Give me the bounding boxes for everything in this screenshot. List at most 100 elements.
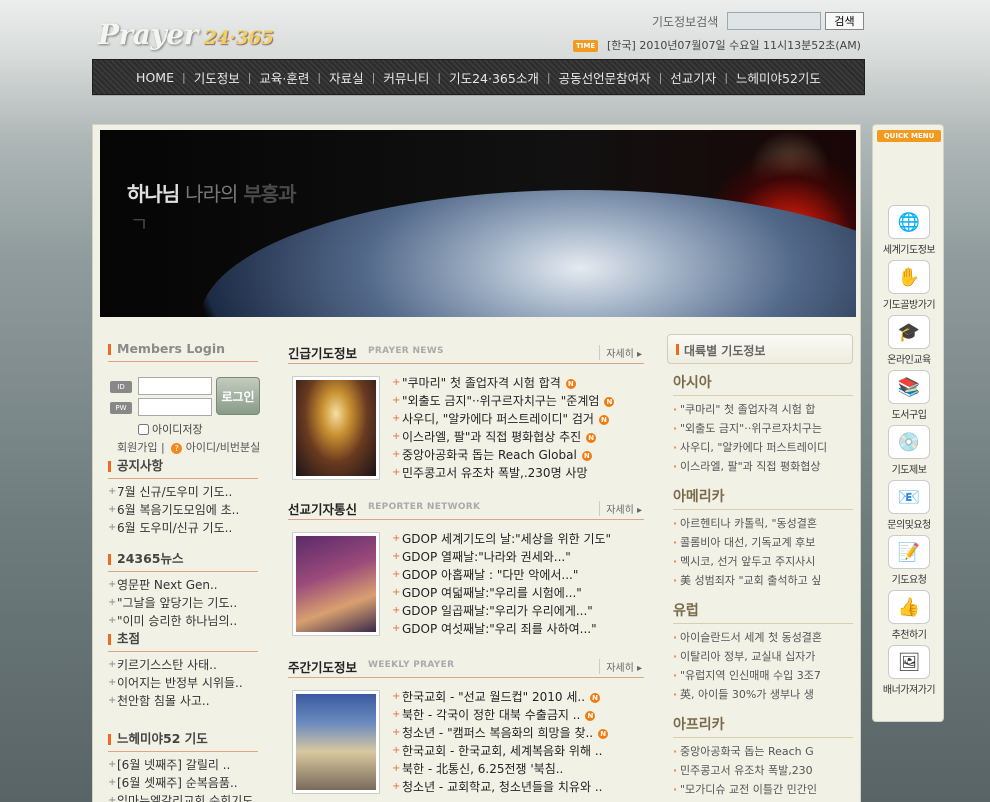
list-item[interactable]: 7월 신규/도우미 기도.. bbox=[108, 483, 258, 501]
nav-item[interactable]: 기도정보 bbox=[186, 68, 248, 87]
list-item[interactable]: GDOP 여섯째날:"우리 죄를 사하여..." bbox=[392, 620, 644, 638]
join-link[interactable]: 회원가입 bbox=[117, 441, 157, 454]
nav-item[interactable]: 선교기자 bbox=[662, 68, 724, 87]
list-item[interactable]: 영문판 Next Gen.. bbox=[108, 576, 258, 594]
center-section-title[interactable]: 긴급기도정보 bbox=[288, 343, 357, 362]
list-item[interactable]: 이어지는 반정부 시위들.. bbox=[108, 674, 258, 692]
list-item[interactable]: 민주콩고서 유조차 폭발,.230명 사망 bbox=[392, 464, 644, 482]
list-item[interactable]: 북한 - 각국이 정한 대북 수출금지 .. N bbox=[392, 706, 644, 724]
quick-menu-item[interactable]: 👍 추천하기 bbox=[875, 590, 943, 641]
list-item[interactable]: 6월 복음기도모임에 초.. bbox=[108, 501, 258, 519]
nav-item[interactable]: 자료실 bbox=[321, 68, 372, 87]
more-link[interactable]: 자세히 ▸ bbox=[599, 345, 642, 360]
left-section-title[interactable]: 초점 bbox=[108, 630, 258, 652]
save-id-checkbox[interactable] bbox=[138, 423, 149, 435]
nav-item[interactable]: 기도24·365소개 bbox=[441, 68, 547, 87]
center-section-thumbnail[interactable] bbox=[292, 376, 380, 480]
list-item[interactable]: 중앙아공화국 돕는 Reach Global N bbox=[392, 446, 644, 464]
center-section-title[interactable]: 주간기도정보 bbox=[288, 657, 357, 676]
continent-title[interactable]: 아프리카 bbox=[673, 714, 853, 738]
list-item[interactable]: GDOP 세계기도의 날:"세상을 위한 기도" bbox=[392, 530, 644, 548]
quick-menu-item[interactable]: 🌐 세계기도정보 bbox=[875, 205, 943, 256]
continent-title[interactable]: 아메리카 bbox=[673, 486, 853, 510]
left-column: Members Login ID PW 로그인 아이디저장 회원가입 | ? 아… bbox=[108, 340, 260, 802]
left-section-title[interactable]: 24365뉴스 bbox=[108, 550, 258, 572]
prayer-report-icon: 💿 bbox=[888, 425, 930, 459]
save-id[interactable]: 아이디저장 bbox=[138, 421, 203, 437]
main-banner[interactable]: 하나님 나라의 부흥과 ㄱ bbox=[100, 130, 856, 317]
list-item[interactable]: "외출도 금지"··위구르자치구는 "준계엄 N bbox=[392, 392, 644, 410]
list-item[interactable]: 콜롬비아 대선, 기독교계 후보 bbox=[673, 533, 853, 552]
list-item[interactable]: 천안함 침몰 사고.. bbox=[108, 692, 258, 710]
quick-menu-item-label: 온라인교육 bbox=[887, 355, 931, 366]
item-text: 이스라엘, 팔"과 직접 평화협상 추진 bbox=[402, 430, 582, 444]
list-item[interactable]: 멕시코, 선거 앞두고 주지사시 bbox=[673, 552, 853, 571]
center-section-thumbnail[interactable] bbox=[292, 532, 380, 636]
quick-menu-item[interactable]: 📧 문의및요청 bbox=[875, 480, 943, 531]
center-section-title[interactable]: 선교기자통신 bbox=[288, 499, 357, 518]
continent-title[interactable]: 아시아 bbox=[673, 372, 853, 396]
list-item[interactable]: GDOP 여덟째날:"우리를 시험에..." bbox=[392, 584, 644, 602]
quick-menu-item[interactable]: 🎓 온라인교육 bbox=[875, 315, 943, 366]
list-item[interactable]: "쿠마리" 첫 졸업자격 시험 합 bbox=[673, 400, 853, 419]
list-item[interactable]: 북한 - 北통신, 6.25전쟁 '북침.. bbox=[392, 760, 644, 778]
list-item[interactable]: 임마누엘갈리교회 순회기도 bbox=[108, 792, 258, 802]
list-item[interactable]: GDOP 일곱째날:"우리가 우리에게..." bbox=[392, 602, 644, 620]
continent-title[interactable]: 유럽 bbox=[673, 600, 853, 624]
list-item[interactable]: 이탈리아 정부, 교실내 십자가 bbox=[673, 647, 853, 666]
list-item[interactable]: 민주콩고서 유조차 폭발,230 bbox=[673, 761, 853, 780]
list-item[interactable]: "모가디슈 교전 이틀간 민간인 bbox=[673, 780, 853, 799]
more-link[interactable]: 자세히 ▸ bbox=[599, 501, 642, 516]
nav-item[interactable]: 느헤미야52기도 bbox=[728, 68, 829, 87]
list-item[interactable]: "외출도 금지"··위구르자치구는 bbox=[673, 419, 853, 438]
list-item[interactable]: 英, 아이들 30%가 생부나 생 bbox=[673, 685, 853, 704]
quick-menu-item[interactable]: 📝 기도요청 bbox=[875, 535, 943, 586]
left-section-title[interactable]: 공지사항 bbox=[108, 457, 258, 479]
more-link[interactable]: 자세히 ▸ bbox=[599, 659, 642, 674]
list-item[interactable]: GDOP 아홉째날 : "다만 악에서..." bbox=[392, 566, 644, 584]
recommend-icon: 👍 bbox=[888, 590, 930, 624]
list-item[interactable]: 이스라엘, 팔"과 직접 평화협상 추진 N bbox=[392, 428, 644, 446]
find-account-link[interactable]: 아이디/비번분실 bbox=[186, 441, 261, 454]
center-section: 선교기자통신 REPORTER NETWORK 자세히 ▸ GDOP 세계기도의 날:… bbox=[288, 496, 644, 638]
list-item[interactable]: 청소년 - "캠퍼스 복음화의 희망을 찾.. N bbox=[392, 724, 644, 742]
nav-item[interactable]: 교육·훈련 bbox=[251, 68, 317, 87]
continent-list: 아이슬란드서 세계 첫 동성결혼이탈리아 정부, 교실내 십자가"유럽지역 인신… bbox=[673, 628, 853, 704]
login-button[interactable]: 로그인 bbox=[216, 377, 260, 415]
search-input[interactable] bbox=[727, 12, 821, 30]
list-item[interactable]: 6월 도우미/신규 기도.. bbox=[108, 519, 258, 537]
list-item[interactable]: "이미 승리한 하나님의.. bbox=[108, 612, 258, 630]
list-item[interactable]: "그날을 앞당기는 기도.. bbox=[108, 594, 258, 612]
center-section-thumbnail[interactable] bbox=[292, 690, 380, 794]
list-item[interactable]: 중앙아공화국 돕는 Reach G bbox=[673, 742, 853, 761]
list-item[interactable]: 사우디, "알카에다 퍼스트레이디" 검거 N bbox=[392, 410, 644, 428]
list-item[interactable]: "쿠마리" 첫 졸업자격 시험 합격 N bbox=[392, 374, 644, 392]
list-item[interactable]: 청소년 - 교회학교, 청소년들을 치유와 .. bbox=[392, 778, 644, 796]
list-item[interactable]: 아이슬란드서 세계 첫 동성결혼 bbox=[673, 628, 853, 647]
logo[interactable]: Prayer 24·365 bbox=[98, 18, 274, 51]
list-item[interactable]: 한국교회 - "선교 월드컵" 2010 세.. N bbox=[392, 688, 644, 706]
online-education-icon: 🎓 bbox=[888, 315, 930, 349]
quick-menu-item[interactable]: 📚 도서구입 bbox=[875, 370, 943, 421]
nav-item[interactable]: HOME bbox=[128, 70, 182, 85]
time-badge: TIME bbox=[573, 40, 599, 52]
list-item[interactable]: 사우디, "알카에다 퍼스트레이디 bbox=[673, 438, 853, 457]
quick-menu-item[interactable]: 💿 기도제보 bbox=[875, 425, 943, 476]
password-input[interactable] bbox=[138, 398, 212, 416]
list-item[interactable]: 아르헨티나 카톨릭, "동성결혼 bbox=[673, 514, 853, 533]
nav-item[interactable]: 커뮤니티 bbox=[375, 68, 437, 87]
list-item[interactable]: [6월 셋째주] 순복음품.. bbox=[108, 774, 258, 792]
id-input[interactable] bbox=[138, 377, 212, 395]
search-button[interactable]: 검색 bbox=[825, 12, 864, 30]
quick-menu-item[interactable]: 🖼 배너가져가기 bbox=[875, 645, 943, 696]
list-item[interactable]: 키르기스스탄 사태.. bbox=[108, 656, 258, 674]
left-section-title[interactable]: 느헤미야52 기도 bbox=[108, 730, 258, 752]
list-item[interactable]: 美 성범죄자 "교회 출석하고 싶 bbox=[673, 571, 853, 590]
list-item[interactable]: 한국교회 - 한국교회, 세계복음화 위해 .. bbox=[392, 742, 644, 760]
list-item[interactable]: GDOP 열째날:"나라와 권세와..." bbox=[392, 548, 644, 566]
quick-menu-item[interactable]: ✋ 기도골방가기 bbox=[875, 260, 943, 311]
list-item[interactable]: [6월 넷째주] 갈릴리 .. bbox=[108, 756, 258, 774]
nav-item[interactable]: 공동선언문참여자 bbox=[551, 68, 659, 87]
list-item[interactable]: 이스라엘, 팔"과 직접 평화협상 bbox=[673, 457, 853, 476]
list-item[interactable]: "유럽지역 인신매매 수입 3조7 bbox=[673, 666, 853, 685]
